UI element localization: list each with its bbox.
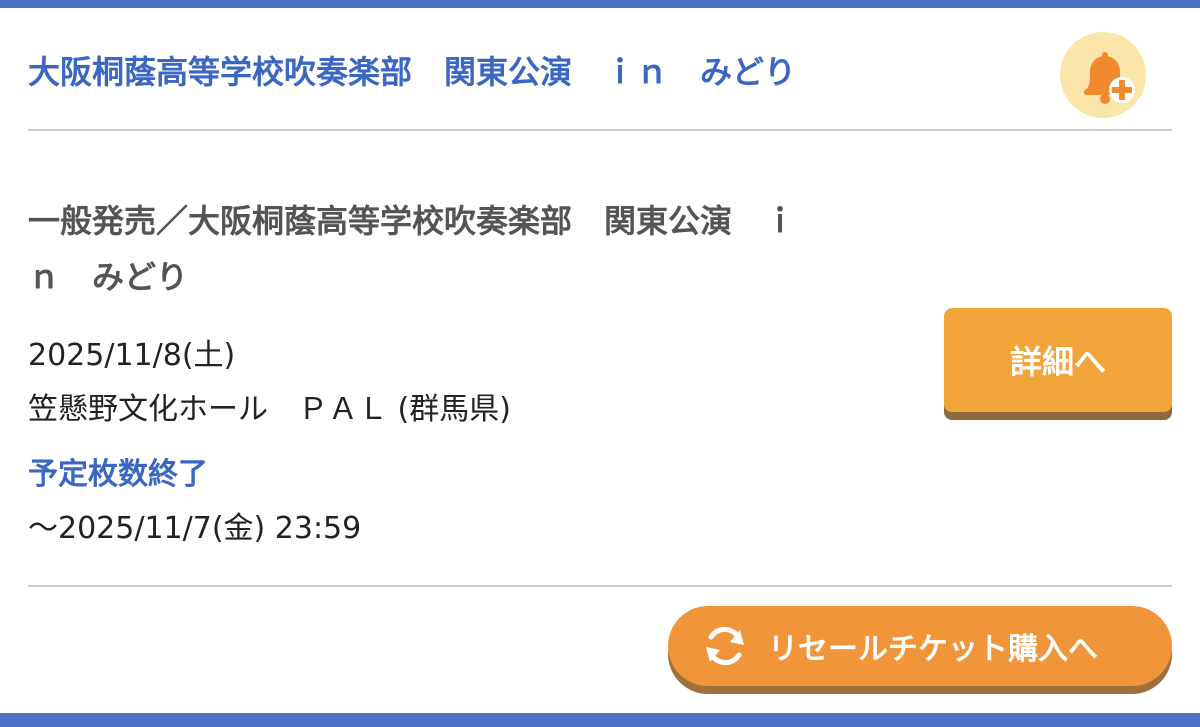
- resale-button-label: リセールチケット購入へ: [768, 632, 1098, 667]
- bell-plus-icon: [1084, 52, 1135, 104]
- refresh-icon: [706, 626, 744, 666]
- favorite-notify-button[interactable]: [1060, 32, 1170, 118]
- divider: [28, 129, 1172, 131]
- detail-button-label: 詳細へ: [1009, 343, 1106, 381]
- sale-title: 一般発売／大阪桐蔭高等学校吹奏楽部 関東公演 ｉ ｎ みどり: [28, 202, 797, 296]
- event-venue: 笠懸野文化ホール ＰＡＬ (群馬県): [28, 392, 511, 427]
- divider: [28, 585, 1172, 587]
- sale-status: 予定枚数終了: [28, 457, 208, 492]
- resale-ticket-button[interactable]: リセールチケット購入へ: [668, 606, 1172, 686]
- event-title[interactable]: 大阪桐蔭高等学校吹奏楽部 関東公演 ｉｎ みどり: [28, 46, 796, 98]
- event-date: 2025/11/8(土): [28, 338, 236, 373]
- sale-end-date: 〜2025/11/7(金) 23:59: [28, 511, 362, 546]
- top-border: [0, 0, 1200, 8]
- detail-button[interactable]: 詳細へ: [944, 308, 1172, 412]
- bottom-border: [0, 713, 1200, 727]
